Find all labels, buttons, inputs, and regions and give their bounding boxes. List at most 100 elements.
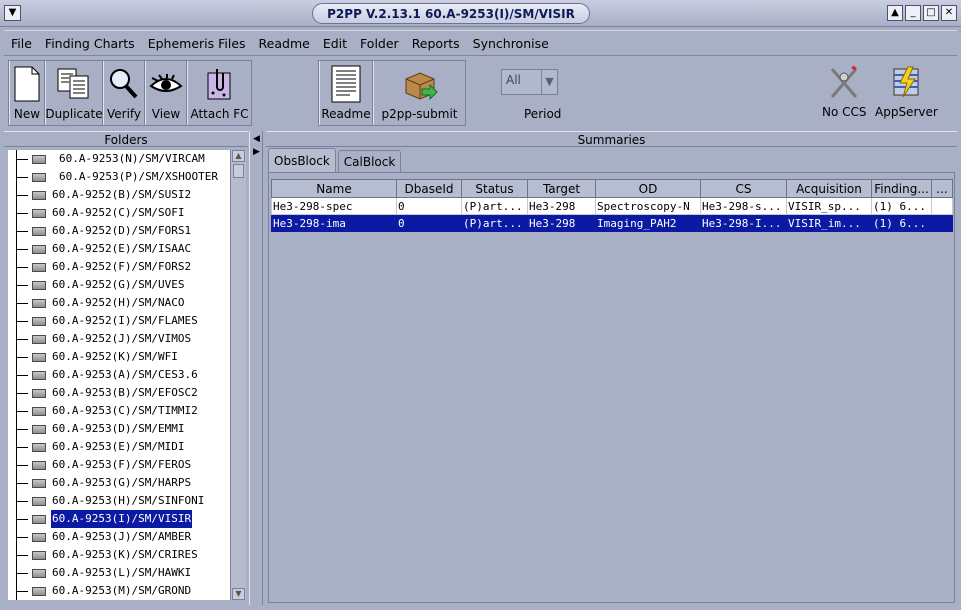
duplicate-label: Duplicate bbox=[45, 107, 103, 121]
folder-item[interactable]: 60.A-9253(J)/SM/AMBER bbox=[8, 528, 230, 546]
p2pp-submit-button[interactable]: p2pp-submit bbox=[373, 61, 465, 125]
menu-file[interactable]: File bbox=[11, 36, 32, 51]
folder-item[interactable]: 60.A-9253(L)/SM/HAWKI bbox=[8, 564, 230, 582]
tab-calblock[interactable]: CalBlock bbox=[337, 150, 402, 172]
toolbar-submit-group: Readme p2pp-submit bbox=[318, 60, 466, 126]
folder-item[interactable]: 60.A-9253(G)/SM/HARPS bbox=[8, 474, 230, 492]
menu-edit[interactable]: Edit bbox=[323, 36, 347, 51]
folder-item[interactable]: 60.A-9252(C)/SM/SOFI bbox=[8, 204, 230, 222]
chevron-down-icon[interactable]: ▼ bbox=[541, 70, 557, 94]
table-body: He3-298-spec 0 (P)art... He3-298 Spectroscop… bbox=[271, 197, 953, 232]
tab-obsblock[interactable]: ObsBlock bbox=[268, 148, 336, 172]
scroll-up-icon[interactable]: ▲ bbox=[232, 150, 245, 162]
folders-scrollbar[interactable]: ▲ ▼ bbox=[230, 150, 246, 600]
column-header[interactable]: Name bbox=[271, 179, 397, 198]
folder-item[interactable]: 60.A-9252(G)/SM/UVES bbox=[8, 276, 230, 294]
maximize-icon[interactable]: □ bbox=[923, 5, 939, 21]
folder-icon bbox=[32, 425, 46, 434]
menu-reports[interactable]: Reports bbox=[412, 36, 460, 51]
window-controls: ▲ _ □ ✕ bbox=[887, 5, 957, 21]
scroll-thumb[interactable] bbox=[233, 164, 244, 178]
folder-item[interactable]: 60.A-9253(A)/SM/CES3.6 bbox=[8, 366, 230, 384]
column-header[interactable]: Status bbox=[461, 179, 528, 198]
new-button[interactable]: New bbox=[9, 61, 45, 125]
folder-item[interactable]: 60.A-9253(K)/SM/CRIRES bbox=[8, 546, 230, 564]
folder-item[interactable]: 60.A-9253(B)/SM/EFOSC2 bbox=[8, 384, 230, 402]
folder-tree[interactable]: 60.A-9253(N)/SM/VIRCAM 60.A-9253(P)/SM/XS… bbox=[8, 150, 230, 600]
folder-item[interactable]: 60.A-9252(I)/SM/FLAMES bbox=[8, 312, 230, 330]
shade-icon[interactable]: ▲ bbox=[887, 5, 903, 21]
minimize-icon[interactable]: _ bbox=[905, 5, 921, 21]
menu-synchronise[interactable]: Synchronise bbox=[473, 36, 549, 51]
window-menu-icon[interactable]: ▼ bbox=[4, 5, 21, 21]
column-header[interactable]: CS bbox=[700, 179, 787, 198]
appserver-button[interactable]: AppServer bbox=[875, 62, 938, 119]
column-header[interactable]: ... bbox=[931, 179, 953, 198]
folder-icon bbox=[32, 227, 46, 236]
folder-item[interactable]: 60.A-9253(I)/SM/VISIR bbox=[8, 510, 230, 528]
folder-item[interactable]: 60.A-9253(P)/SM/XSHOOTER bbox=[8, 168, 230, 186]
column-header[interactable]: OD bbox=[595, 179, 701, 198]
close-icon[interactable]: ✕ bbox=[941, 5, 957, 21]
period-select-value: All bbox=[506, 73, 521, 87]
folder-label: 60.A-9253(I)/SM/VISIR bbox=[51, 510, 193, 528]
column-header[interactable]: Finding... bbox=[871, 179, 932, 198]
folder-item[interactable]: 60.A-9252(E)/SM/ISAAC bbox=[8, 240, 230, 258]
tree-connector bbox=[16, 591, 28, 592]
scroll-down-icon[interactable]: ▼ bbox=[232, 588, 245, 600]
duplicate-button[interactable]: Duplicate bbox=[45, 61, 103, 125]
menu-ephemeris-files[interactable]: Ephemeris Files bbox=[148, 36, 246, 51]
collapse-left-icon[interactable]: ◀ bbox=[253, 134, 260, 144]
verify-button[interactable]: Verify bbox=[103, 61, 145, 125]
folder-item[interactable]: 60.A-9253(F)/SM/FEROS bbox=[8, 456, 230, 474]
menu-readme[interactable]: Readme bbox=[259, 36, 310, 51]
p2pp-submit-label: p2pp-submit bbox=[381, 107, 458, 121]
column-header[interactable]: DbaseId bbox=[396, 179, 462, 198]
folder-icon bbox=[32, 245, 46, 254]
expand-right-icon[interactable]: ▶ bbox=[253, 147, 260, 157]
tree-connector bbox=[16, 177, 28, 178]
folder-item[interactable]: 60.A-9252(K)/SM/WFI bbox=[8, 348, 230, 366]
folder-item[interactable]: 60.A-9252(B)/SM/SUSI2 bbox=[8, 186, 230, 204]
folder-item[interactable]: 60.A-9253(D)/SM/EMMI bbox=[8, 420, 230, 438]
menu-folder[interactable]: Folder bbox=[360, 36, 399, 51]
view-button[interactable]: View bbox=[145, 61, 187, 125]
folder-label: 60.A-9253(E)/SM/MIDI bbox=[52, 440, 185, 453]
readme-button[interactable]: Readme bbox=[319, 61, 373, 125]
summaries-panel: Summaries ObsBlock CalBlock Name DbaseId S… bbox=[266, 131, 957, 605]
table-cell: He3-298-spec bbox=[271, 197, 397, 215]
table-row[interactable]: He3-298-ima 0 (P)art... He3-298 Imaging_PAH2… bbox=[271, 214, 953, 232]
folder-item[interactable]: 60.A-9252(J)/SM/VIMOS bbox=[8, 330, 230, 348]
folder-item[interactable]: 60.A-9253(M)/SM/GROND bbox=[8, 582, 230, 600]
window-title: P2PP V.2.13.1 60.A-9253(I)/SM/VISIR bbox=[312, 3, 590, 24]
folder-label: 60.A-9253(F)/SM/FEROS bbox=[52, 458, 192, 471]
new-document-icon bbox=[14, 64, 40, 104]
tree-connector bbox=[16, 357, 28, 358]
folder-item[interactable]: 60.A-9253(N)/SM/VIRCAM bbox=[8, 150, 230, 168]
panel-splitter[interactable]: ◀ ▶ bbox=[249, 131, 263, 605]
attach-fc-button[interactable]: Attach FC bbox=[187, 61, 251, 125]
menu-finding-charts[interactable]: Finding Charts bbox=[45, 36, 135, 51]
folder-icon bbox=[32, 281, 46, 290]
table-row[interactable]: He3-298-spec 0 (P)art... He3-298 Spectroscop… bbox=[271, 197, 953, 215]
folder-icon bbox=[32, 299, 46, 308]
table-cell: He3-298 bbox=[527, 214, 596, 232]
folder-item[interactable]: 60.A-9252(H)/SM/NACO bbox=[8, 294, 230, 312]
column-header[interactable]: Acquisition bbox=[786, 179, 872, 198]
tree-connector bbox=[16, 231, 28, 232]
table-cell: (P)art... bbox=[461, 214, 528, 232]
folder-item[interactable]: 60.A-9253(E)/SM/MIDI bbox=[8, 438, 230, 456]
folder-item[interactable]: 60.A-9253(C)/SM/TIMMI2 bbox=[8, 402, 230, 420]
folder-item[interactable]: 60.A-9252(D)/SM/FORS1 bbox=[8, 222, 230, 240]
folder-label: 60.A-9252(B)/SM/SUSI2 bbox=[52, 188, 192, 201]
obsblock-table-area: Name DbaseId Status Target OD CS Acquisition Fi… bbox=[268, 172, 955, 603]
attach-fc-label: Attach FC bbox=[190, 107, 249, 121]
folder-item[interactable]: 60.A-9252(F)/SM/FORS2 bbox=[8, 258, 230, 276]
folder-label: 60.A-9253(M)/SM/GROND bbox=[52, 584, 192, 597]
no-ccs-button[interactable]: No CCS bbox=[822, 62, 867, 119]
folder-item[interactable]: 60.A-9253(H)/SM/SINFONI bbox=[8, 492, 230, 510]
tree-connector bbox=[16, 501, 28, 502]
folder-icon bbox=[32, 389, 46, 398]
column-header[interactable]: Target bbox=[527, 179, 596, 198]
period-select[interactable]: All ▼ bbox=[501, 69, 558, 95]
